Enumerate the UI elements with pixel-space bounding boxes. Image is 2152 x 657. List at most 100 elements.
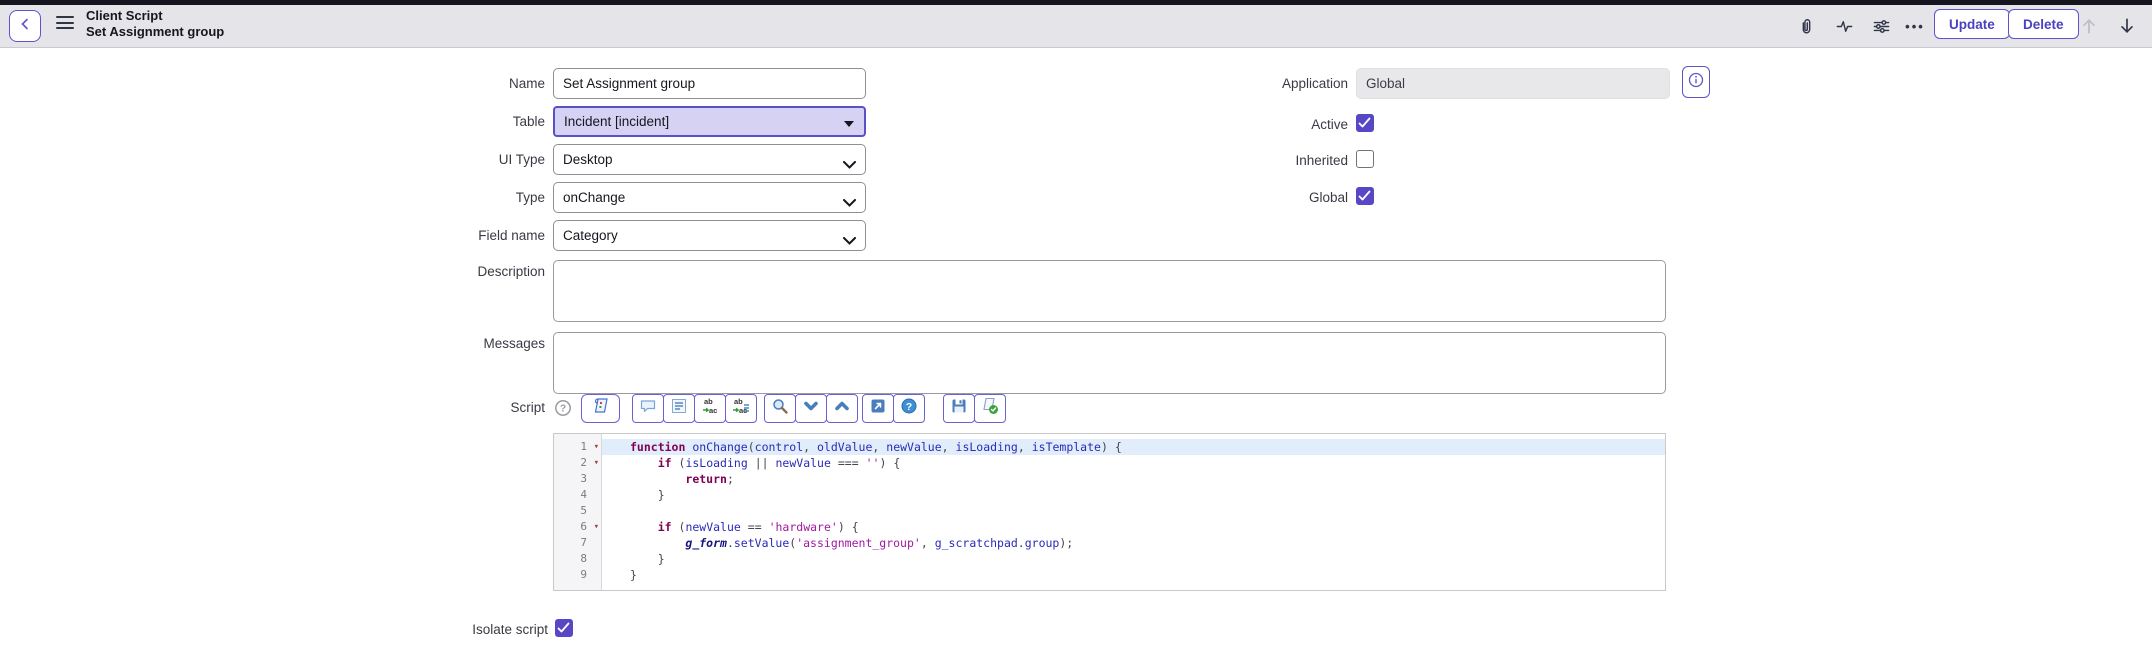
editor-code[interactable]: function onChange(control, oldValue, new…: [602, 434, 1665, 590]
table-select[interactable]: Incident [incident]: [553, 106, 866, 137]
svg-text:ab: ab: [734, 397, 743, 406]
messages-label: Messages: [483, 336, 545, 351]
search-button[interactable]: [764, 393, 796, 423]
fold-arrow-icon[interactable]: ▾: [594, 519, 599, 535]
record-name: Set Assignment group: [86, 24, 225, 39]
back-button[interactable]: [9, 10, 41, 42]
field-name-select[interactable]: Category: [553, 220, 866, 251]
global-checkbox[interactable]: [1356, 187, 1374, 205]
api-help-button[interactable]: ?: [893, 393, 925, 423]
syntax-check-icon: [981, 397, 999, 420]
code-line[interactable]: function onChange(control, oldValue, new…: [602, 439, 1665, 455]
save-button[interactable]: [943, 393, 975, 423]
code-line[interactable]: }: [602, 567, 1665, 583]
isolate-script-checkbox[interactable]: [555, 619, 573, 637]
client-script-form-page: Client Script Set Assignment group ••• U…: [0, 0, 2152, 657]
script-editor: 1 ▾ 2 ▾ 3 4 5 6 ▾ 7 8 9 function onChange(control, …: [553, 433, 1666, 591]
code-line[interactable]: if (newValue == 'hardware') {: [602, 519, 1665, 535]
format-lines-icon: [670, 397, 688, 420]
ui-type-select-value: Desktop: [563, 152, 613, 167]
inherited-checkbox[interactable]: [1356, 150, 1374, 168]
line-number: 7: [580, 536, 587, 549]
description-textarea[interactable]: [553, 260, 1666, 322]
type-label: Type: [515, 190, 545, 205]
replace-all-button[interactable]: ab ac: [725, 393, 757, 423]
delete-button[interactable]: Delete: [2008, 9, 2079, 39]
chevron-down-icon: [843, 195, 856, 210]
ui-type-select[interactable]: Desktop: [553, 144, 866, 175]
line-number: 8: [580, 552, 587, 565]
line-number: 9: [580, 568, 587, 581]
page-title: Client Script Set Assignment group: [86, 8, 224, 40]
table-label: Table: [512, 114, 545, 129]
chevron-left-icon: [19, 17, 31, 35]
code-line[interactable]: return;: [602, 471, 1665, 487]
previous-record-icon[interactable]: [2078, 15, 2100, 37]
field-name-select-value: Category: [563, 228, 618, 243]
form-header: Client Script Set Assignment group ••• U…: [0, 5, 2152, 48]
isolate-script-label: Isolate script: [472, 622, 548, 637]
code-line[interactable]: [602, 503, 1665, 519]
update-button[interactable]: Update: [1934, 9, 2010, 39]
application-value-text: Global: [1366, 76, 1406, 91]
format-code-button[interactable]: [663, 393, 695, 423]
application-info-button[interactable]: [1682, 66, 1710, 98]
replace-all-icon: ab ac: [732, 397, 750, 420]
active-checkbox[interactable]: [1356, 114, 1374, 132]
name-input[interactable]: [553, 68, 866, 99]
application-label: Application: [1281, 76, 1348, 91]
field-name-label: Field name: [478, 228, 545, 243]
help-outline-icon[interactable]: ?: [553, 398, 573, 418]
replace-icon: ab ac: [701, 397, 719, 420]
script-toolbar: ? ab ac ab ac ?: [553, 392, 1006, 424]
search-icon: [771, 397, 789, 420]
fold-arrow-icon[interactable]: ▾: [594, 455, 599, 471]
description-label: Description: [477, 264, 545, 279]
code-line[interactable]: g_form.setValue('assignment_group', g_sc…: [602, 535, 1665, 551]
code-line[interactable]: }: [602, 551, 1665, 567]
type-select-value: onChange: [563, 190, 626, 205]
global-label: Global: [1308, 190, 1348, 205]
check-icon: [1358, 190, 1371, 201]
check-icon: [557, 622, 570, 633]
line-number: 4: [580, 488, 587, 501]
name-label: Name: [508, 76, 545, 91]
inherited-label: Inherited: [1295, 153, 1348, 168]
svg-text:?: ?: [560, 404, 566, 415]
more-icon[interactable]: •••: [1904, 15, 1926, 37]
check-syntax-button[interactable]: [974, 393, 1006, 423]
next-record-icon[interactable]: [2116, 15, 2138, 37]
active-label: Active: [1311, 117, 1348, 132]
activity-icon[interactable]: [1833, 15, 1855, 37]
sliders-icon[interactable]: [1870, 15, 1892, 37]
chevron-up-bold-icon: [833, 397, 851, 420]
chevron-down-icon: [843, 233, 856, 248]
editor-gutter: 1 ▾ 2 ▾ 3 4 5 6 ▾ 7 8 9: [554, 434, 602, 590]
chevron-down-icon: [843, 157, 856, 172]
line-number: 3: [580, 472, 587, 485]
find-previous-button[interactable]: [826, 393, 858, 423]
floppy-disk-icon: [950, 397, 968, 420]
table-select-value: Incident [incident]: [564, 114, 670, 129]
script-label: Script: [510, 400, 545, 415]
open-in-new-window-button[interactable]: [862, 393, 894, 423]
svg-text:?: ?: [906, 401, 912, 413]
application-value: Global: [1356, 68, 1670, 99]
paperclip-icon[interactable]: [1795, 15, 1817, 37]
check-icon: [1358, 117, 1371, 128]
replace-button[interactable]: ab ac: [694, 393, 726, 423]
svg-text:ac: ac: [709, 406, 717, 415]
find-next-button[interactable]: [795, 393, 827, 423]
info-icon: [1688, 72, 1704, 93]
fold-arrow-icon[interactable]: ▾: [594, 439, 599, 455]
edit-script-button[interactable]: [581, 393, 620, 423]
code-line[interactable]: if (isLoading || newValue === '') {: [602, 455, 1665, 471]
code-line[interactable]: }: [602, 487, 1665, 503]
chevron-down-bold-icon: [802, 397, 820, 420]
form-context-menu-icon[interactable]: [56, 16, 74, 30]
messages-textarea[interactable]: [553, 332, 1666, 394]
ui-type-label: UI Type: [498, 152, 545, 167]
type-select[interactable]: onChange: [553, 182, 866, 213]
line-number: 2: [580, 456, 587, 469]
toggle-comment-button[interactable]: [632, 393, 664, 423]
